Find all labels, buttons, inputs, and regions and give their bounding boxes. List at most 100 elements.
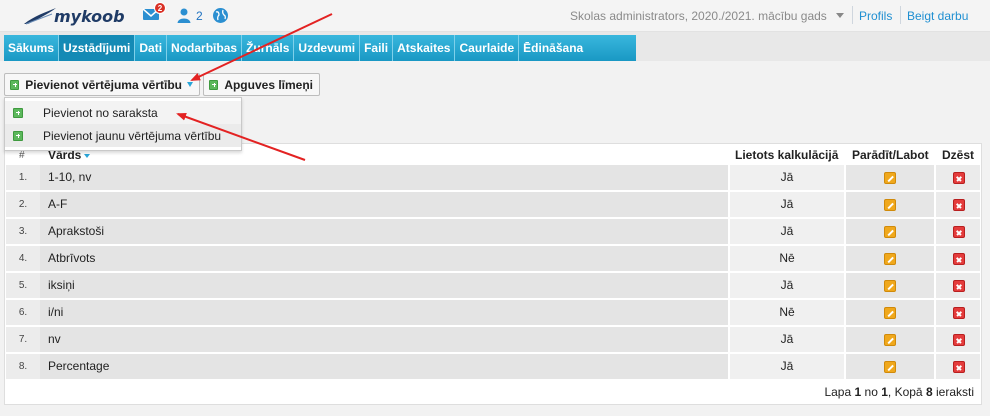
edit-button[interactable] [846,273,934,298]
pagination-info: Lapa 1 no 1, Kopā 8 ieraksti [824,385,974,399]
nav-item-uzstadijumi[interactable]: Uzstādījumi [59,35,136,61]
edit-icon[interactable] [884,334,896,346]
edit-icon[interactable] [884,253,896,265]
edit-icon[interactable] [884,226,896,238]
messages-badge: 2 [154,2,166,14]
table-row: 3. Aprakstoši Jā [6,219,980,244]
nav-item-atskaites[interactable]: Atskaites [393,35,456,61]
edit-icon[interactable] [884,280,896,292]
row-name: iksiņi [48,278,75,292]
delete-button[interactable] [936,300,980,325]
row-calc: Nē [779,251,795,265]
profile-link[interactable]: Profils [859,9,892,23]
delete-button[interactable] [936,327,980,352]
chevron-down-icon[interactable] [187,82,193,87]
of-label: no [864,385,878,399]
add-grade-value-button[interactable]: Pievienot vērtējuma vērtību [4,73,200,96]
edit-icon[interactable] [884,361,896,373]
edit-button[interactable] [846,300,934,325]
delete-button[interactable] [936,165,980,190]
records-label: ieraksti [935,385,974,399]
row-calc: Jā [780,224,794,238]
row-name: Percentage [48,359,110,373]
edit-icon[interactable] [884,307,896,319]
nav-item-dati[interactable]: Dati [135,35,168,61]
menu-item-add-new-value-label: Pievienot jaunu vērtējuma vērtību [43,128,222,143]
table-row: 4. Atbrīvots Nē [6,246,980,271]
delete-button[interactable] [936,192,980,217]
edit-button[interactable] [846,192,934,217]
delete-icon[interactable] [953,334,965,346]
page-count: 1 [881,385,888,399]
language-button[interactable] [212,7,229,27]
main-nav: Sākums Uzstādījumi Dati Nodarbības Žurnā… [0,32,990,61]
row-number: 7. [18,334,28,345]
table-row: 2. A-F Jā [6,192,980,217]
col-header-calc: Lietots kalkulācijā [735,148,839,162]
delete-icon[interactable] [953,307,965,319]
row-number: 3. [18,226,28,237]
nav-item-uzdevumi[interactable]: Uzdevumi [294,35,361,61]
nav-item-caurlaide[interactable]: Caurlaide [455,35,520,61]
learning-levels-button[interactable]: Apguves līmeņi [203,73,320,96]
page-label: Lapa [824,385,852,399]
delete-button[interactable] [936,354,980,379]
nav-item-edinasana[interactable]: Ēdināšana [519,35,587,61]
row-name: 1-10, nv [48,170,92,184]
nav-bar: Sākums Uzstādījumi Dati Nodarbības Žurnā… [4,35,636,61]
delete-button[interactable] [936,246,980,271]
row-calc: Jā [780,170,794,184]
edit-button[interactable] [846,246,934,271]
delete-icon[interactable] [953,199,965,211]
row-number: 4. [18,253,28,264]
edit-button[interactable] [846,165,934,190]
user-icon [177,8,191,23]
users-button[interactable] [176,7,192,26]
delete-icon[interactable] [953,253,965,265]
row-number: 8. [18,361,28,372]
row-calc: Jā [780,332,794,346]
edit-button[interactable] [846,327,934,352]
plus-icon [10,79,20,90]
row-number: 2. [18,199,28,210]
row-calc: Jā [780,278,794,292]
table-row: 7. nv Jā [6,327,980,352]
menu-item-add-from-list[interactable]: Pievienot no saraksta [5,101,241,124]
delete-button[interactable] [936,219,980,244]
edit-icon[interactable] [884,199,896,211]
nav-item-faili[interactable]: Faili [360,35,394,61]
total-label: , Kopā [887,385,923,399]
row-name: nv [48,332,61,346]
total-count: 8 [925,385,933,399]
delete-icon[interactable] [953,280,965,292]
edit-button[interactable] [846,219,934,244]
logout-link[interactable]: Beigt darbu [907,9,968,23]
row-name: A-F [48,197,68,211]
logo[interactable]: mykoob [22,4,125,28]
chevron-down-icon[interactable] [836,13,844,18]
menu-item-add-new-value[interactable]: Pievienot jaunu vērtējuma vērtību [5,124,241,147]
delete-icon[interactable] [953,361,965,373]
row-name: Aprakstoši [48,224,105,238]
delete-icon[interactable] [953,172,965,184]
edit-button[interactable] [846,354,934,379]
nav-item-zurnals[interactable]: Žurnāls [242,35,295,61]
col-header-delete: Dzēst [942,148,975,162]
delete-button[interactable] [936,273,980,298]
menu-item-add-from-list-label: Pievienot no saraksta [43,105,158,120]
learning-levels-label: Apguves līmeņi [224,77,313,92]
row-number: 1. [18,172,28,183]
row-number: 6. [18,307,28,318]
delete-icon[interactable] [953,226,965,238]
logo-swoosh-icon [24,8,56,25]
nav-item-sakums[interactable]: Sākums [4,35,60,61]
col-header-edit: Parādīt/Labot [852,148,929,162]
globe-icon [213,8,228,23]
row-calc: Nē [779,305,795,319]
messages-button[interactable]: 2 [142,2,166,25]
top-bar: mykoob 2 2 Skolas administrators, 2020./… [0,0,990,32]
plus-icon [13,130,23,141]
role-selector[interactable]: Skolas administrators, 2020./2021. mācīb… [570,9,827,23]
edit-icon[interactable] [884,172,896,184]
nav-item-nodarbibas[interactable]: Nodarbības [167,35,243,61]
